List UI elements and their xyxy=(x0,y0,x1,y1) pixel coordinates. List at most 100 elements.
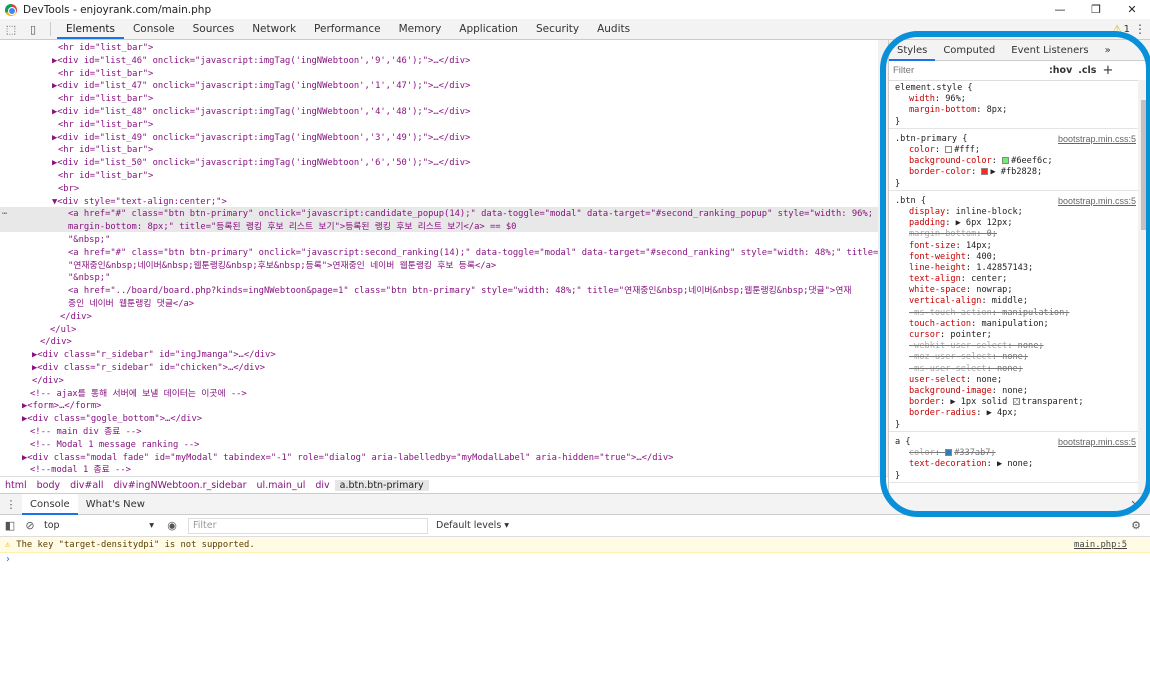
css-declaration[interactable]: border-radius: ▶ 4px; xyxy=(889,408,1139,419)
breadcrumb-item[interactable]: div#all xyxy=(65,480,108,491)
dom-node-line[interactable]: ▶<div id="list_48" onclick="javascript:i… xyxy=(52,106,470,118)
styles-filter-input[interactable] xyxy=(893,65,1043,76)
dom-node-line[interactable]: <a href="#" class="btn btn-primary" oncl… xyxy=(68,208,873,220)
cls-toggle[interactable]: .cls xyxy=(1078,65,1096,76)
tab-sources[interactable]: Sources xyxy=(184,19,244,39)
css-declaration[interactable]: line-height: 1.42857143; xyxy=(889,263,1139,274)
css-declaration[interactable]: -ms-touch-action: manipulation; xyxy=(889,308,1139,319)
tab-application[interactable]: Application xyxy=(450,19,527,39)
css-declaration[interactable]: padding: ▶ 6px 12px; xyxy=(889,218,1139,229)
tab-security[interactable]: Security xyxy=(527,19,588,39)
dom-node-line[interactable]: </div> xyxy=(40,336,72,348)
dom-node-line[interactable]: <hr id="list_bar"> xyxy=(58,42,153,54)
css-declaration[interactable]: white-space: nowrap; xyxy=(889,285,1139,296)
scrollbar-thumb[interactable] xyxy=(880,174,886,374)
dom-node-line[interactable]: </ul> xyxy=(50,324,76,336)
rule-source-link[interactable]: bootstrap.min.css:5 xyxy=(1058,437,1136,448)
rule-selector[interactable]: .btn {bootstrap.min.css:5 xyxy=(889,196,1139,207)
css-declaration[interactable]: user-select: none; xyxy=(889,375,1139,386)
css-declaration[interactable]: color: #fff; xyxy=(889,145,1139,156)
dom-node-line[interactable]: ▶<div class="modal fade" id="myModal" ta… xyxy=(22,452,673,464)
color-swatch-icon[interactable] xyxy=(945,145,953,153)
device-toolbar-icon[interactable]: ▯ xyxy=(22,19,44,39)
dom-node-line[interactable]: ▶<div id="list_46" onclick="javascript:i… xyxy=(52,55,470,67)
dom-node-line[interactable]: ▼<div style="text-align:center;"> xyxy=(52,196,227,208)
css-declaration[interactable]: border-color: ▶ #fb2828; xyxy=(889,167,1139,178)
css-declaration[interactable]: background-color: #6eef6c; xyxy=(889,156,1139,167)
log-levels-dropdown[interactable]: Default levels ▾ xyxy=(436,520,509,531)
dom-node-line[interactable]: <a href="../board/board.php?kinds=ingNWe… xyxy=(68,285,851,297)
dom-node-line[interactable]: <br> xyxy=(58,183,79,195)
hov-toggle[interactable]: :hov xyxy=(1049,65,1072,76)
console-settings-gear-icon[interactable]: ⚙ xyxy=(1126,519,1146,532)
css-declaration[interactable]: border: ▶ 1px solid transparent; xyxy=(889,397,1139,408)
css-declaration[interactable]: cursor: pointer; xyxy=(889,330,1139,341)
dom-node-line[interactable]: ▶<div class="r_sidebar" id="ingJmanga">…… xyxy=(32,349,276,361)
live-expression-eye-icon[interactable]: ◉ xyxy=(162,519,182,532)
dom-node-line[interactable]: <hr id="list_bar"> xyxy=(58,170,153,182)
dom-node-line[interactable]: <!-- ajax를 통해 서버에 보낼 데이터는 이곳에 --> xyxy=(30,388,247,400)
css-declaration[interactable]: width: 96%; xyxy=(889,94,1139,105)
breadcrumb-item[interactable]: ul.main_ul xyxy=(252,480,311,491)
tab-performance[interactable]: Performance xyxy=(305,19,390,39)
dom-node-line[interactable]: ▶<div class="gogle_bottom">…</div> xyxy=(22,413,202,425)
color-swatch-icon[interactable] xyxy=(1002,157,1010,165)
scrollbar-thumb[interactable] xyxy=(1141,100,1147,230)
css-declaration[interactable]: display: inline-block; xyxy=(889,207,1139,218)
color-swatch-icon[interactable] xyxy=(945,449,953,457)
dom-node-line[interactable]: 중인 네이버 웹툰랭킹 댓글</a> xyxy=(68,298,194,310)
dom-node-line[interactable]: <!--modal 1 종료 --> xyxy=(30,464,131,476)
clear-console-icon[interactable]: ⊘ xyxy=(20,519,40,532)
drawer-menu-icon[interactable]: ⋮ xyxy=(0,494,22,514)
tab-console[interactable]: Console xyxy=(124,19,184,39)
tab-memory[interactable]: Memory xyxy=(390,19,451,39)
rule-selector[interactable]: .btn-primary {bootstrap.min.css:5 xyxy=(889,134,1139,145)
css-declaration[interactable]: -webkit-user-select: none; xyxy=(889,341,1139,352)
css-declaration[interactable]: background-image: none; xyxy=(889,386,1139,397)
dom-node-line[interactable]: <hr id="list_bar"> xyxy=(58,93,153,105)
css-declaration[interactable]: color: #337ab7; xyxy=(889,448,1139,459)
dom-node-line[interactable]: <a href="#" class="btn btn-primary" oncl… xyxy=(68,247,878,259)
console-prompt[interactable]: › xyxy=(6,554,10,565)
color-swatch-icon[interactable] xyxy=(981,168,989,176)
warning-source-link[interactable]: main.php:5 xyxy=(1074,540,1127,550)
breadcrumb-item[interactable]: html xyxy=(0,480,32,491)
css-declaration[interactable]: -ms-user-select: none; xyxy=(889,364,1139,375)
css-declaration[interactable]: text-decoration: ▶ none; xyxy=(889,459,1139,470)
css-declaration[interactable]: font-size: 14px; xyxy=(889,241,1139,252)
node-actions-icon[interactable]: ⋯ xyxy=(2,209,7,219)
breadcrumb-item[interactable]: div#ingNWebtoon.r_sidebar xyxy=(109,480,252,491)
dom-node-line[interactable]: <hr id="list_bar"> xyxy=(58,144,153,156)
dom-node-line[interactable]: </div> xyxy=(32,375,64,387)
dom-node-line[interactable]: <hr id="list_bar"> xyxy=(58,119,153,131)
dom-node-line[interactable]: ▶<div id="list_50" onclick="javascript:i… xyxy=(52,157,470,169)
drawer-tab-0[interactable]: Console xyxy=(22,493,78,515)
dom-node-line[interactable]: "&nbsp;" xyxy=(68,234,110,246)
css-declaration[interactable]: text-align: center; xyxy=(889,274,1139,285)
css-declaration[interactable]: font-weight: 400; xyxy=(889,252,1139,263)
close-button[interactable]: ✕ xyxy=(1114,0,1150,19)
elements-tree[interactable]: ⋯ <hr id="list_bar"> ▶<div id="list_46" o… xyxy=(0,40,878,476)
console-sidebar-icon[interactable]: ◧ xyxy=(0,519,20,532)
styles-tab-0[interactable]: Styles xyxy=(889,40,936,61)
css-declaration[interactable]: margin-bottom: 0; xyxy=(889,229,1139,240)
inspect-element-icon[interactable]: ⬚ xyxy=(0,19,22,39)
tab-audits[interactable]: Audits xyxy=(588,19,639,39)
breadcrumb-item[interactable]: div xyxy=(310,480,334,491)
dom-node-line[interactable]: <!-- main div 종료 --> xyxy=(30,426,142,438)
new-style-rule-button[interactable]: + xyxy=(1102,63,1113,78)
dom-node-line[interactable]: "&nbsp;" xyxy=(68,272,110,284)
context-selector[interactable]: top ▾ xyxy=(44,520,154,531)
rule-selector[interactable]: element.style { xyxy=(889,83,1139,94)
rule-source-link[interactable]: bootstrap.min.css:5 xyxy=(1058,134,1136,145)
color-swatch-icon[interactable] xyxy=(1012,398,1020,406)
dom-node-line[interactable]: ▶<form>…</form> xyxy=(22,400,101,412)
drawer-tab-1[interactable]: What's New xyxy=(78,494,153,515)
maximize-button[interactable]: ❐ xyxy=(1078,0,1114,19)
dom-node-line[interactable]: "연재중인&nbsp;네이버&nbsp;웹툰랭킹&nbsp;후보&nbsp;등록… xyxy=(68,260,496,272)
dom-node-line[interactable]: <hr id="list_bar"> xyxy=(58,68,153,80)
minimize-button[interactable]: — xyxy=(1042,0,1078,19)
dom-node-line[interactable]: ▶<div id="list_47" onclick="javascript:i… xyxy=(52,80,470,92)
dom-node-line[interactable]: </div> xyxy=(60,311,92,323)
breadcrumb-item[interactable]: body xyxy=(32,480,66,491)
